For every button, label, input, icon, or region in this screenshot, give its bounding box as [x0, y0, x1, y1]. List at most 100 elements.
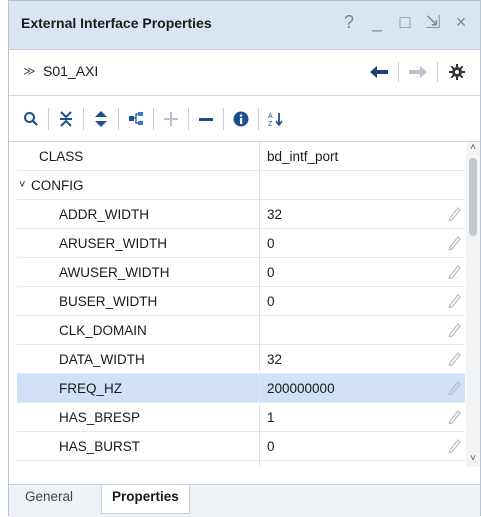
back-button[interactable] — [366, 60, 392, 84]
property-value[interactable]: bd_intf_port — [267, 149, 338, 164]
external-interface-properties-panel: External Interface Properties ? _ □ ⇲ × … — [8, 0, 481, 517]
group-by-category-button[interactable] — [122, 104, 150, 134]
property-name: CLASS — [39, 149, 84, 164]
info-icon — [233, 111, 249, 126]
sort-az-icon: AZ — [268, 112, 283, 127]
maximize-icon[interactable]: □ — [396, 12, 414, 33]
property-name: CONFIG — [31, 178, 84, 193]
pencil-icon[interactable] — [447, 379, 461, 395]
search-icon — [24, 111, 38, 126]
expand-all-icon — [95, 110, 107, 127]
search-button[interactable] — [17, 104, 45, 134]
property-row[interactable]: BUSER_WIDTH 0 — [17, 287, 465, 316]
property-value[interactable]: 0 — [267, 236, 275, 251]
add-icon — [164, 111, 178, 126]
property-row[interactable]: ARUSER_WIDTH 0 — [17, 229, 465, 258]
column-divider — [259, 258, 260, 287]
pencil-icon[interactable] — [447, 437, 461, 453]
pencil-icon[interactable] — [447, 466, 461, 467]
svg-text:Z: Z — [268, 121, 273, 127]
float-icon[interactable]: ⇲ — [424, 12, 442, 33]
property-group-row[interactable]: ˅ CONFIG — [17, 171, 465, 200]
property-row[interactable]: ADDR_WIDTH 32 — [17, 200, 465, 229]
column-divider — [259, 142, 260, 171]
bottom-tabs: General Properties — [9, 484, 480, 517]
pencil-icon[interactable] — [447, 292, 461, 308]
pencil-icon[interactable] — [447, 234, 461, 250]
panel-title: External Interface Properties — [21, 15, 212, 31]
arrow-left-icon — [370, 66, 388, 78]
tab-properties[interactable]: Properties — [101, 485, 190, 514]
expand-all-button[interactable] — [87, 104, 115, 134]
property-name: AWUSER_WIDTH — [59, 265, 170, 280]
column-divider — [259, 229, 260, 258]
property-value[interactable]: 32 — [267, 352, 282, 367]
property-value[interactable]: 200000000 — [267, 381, 335, 396]
panel-titlebar: External Interface Properties ? _ □ ⇲ × — [9, 1, 480, 50]
pencil-icon[interactable] — [447, 263, 461, 279]
property-row[interactable]: FREQ_HZ 200000000 — [17, 374, 465, 403]
scroll-down-icon[interactable]: ˅ — [466, 453, 480, 467]
toolbar-separator — [153, 107, 154, 130]
property-row[interactable]: DATA_WIDTH 32 — [17, 345, 465, 374]
toolbar-separator — [118, 107, 119, 130]
property-row[interactable]: AWUSER_WIDTH 0 — [17, 258, 465, 287]
properties-toolbar: AZ — [9, 96, 480, 142]
toolbar-separator — [48, 107, 49, 130]
property-row[interactable]: CLASS bd_intf_port — [17, 142, 465, 171]
object-name: S01_AXI — [43, 63, 99, 79]
help-icon[interactable]: ? — [340, 12, 358, 33]
property-row[interactable]: HAS_BURST 0 — [17, 432, 465, 461]
property-name: DATA_WIDTH — [59, 352, 145, 367]
close-icon[interactable]: × — [452, 12, 470, 33]
property-value[interactable]: 0 — [267, 265, 275, 280]
property-value[interactable]: 1 — [267, 410, 275, 425]
interface-port-icon: ≫ — [23, 64, 36, 78]
property-row[interactable]: HAS_BRESP 1 — [17, 403, 465, 432]
toolbar-separator — [83, 107, 84, 130]
column-divider — [259, 287, 260, 316]
property-name: FREQ_HZ — [59, 381, 123, 396]
info-button[interactable] — [227, 104, 255, 134]
scroll-up-icon[interactable]: ˄ — [466, 142, 480, 156]
toolbar-separator — [223, 107, 224, 130]
property-name: BUSER_WIDTH — [59, 294, 158, 309]
forward-button[interactable] — [405, 60, 431, 84]
property-name: HAS_BURST — [59, 439, 141, 454]
svg-text:A: A — [268, 113, 273, 120]
property-row[interactable]: HAS_CACHE0 — [17, 461, 465, 467]
navigation-controls — [366, 60, 470, 84]
group-by-category-icon — [129, 111, 143, 125]
settings-button[interactable] — [444, 60, 470, 84]
sort-button[interactable]: AZ — [262, 104, 290, 134]
property-value[interactable]: 32 — [267, 207, 282, 222]
collapse-all-icon — [60, 110, 72, 127]
tab-general[interactable]: General — [15, 485, 83, 513]
toolbar-separator — [258, 107, 259, 130]
minimize-icon[interactable]: _ — [368, 12, 386, 33]
property-name: CLK_DOMAIN — [59, 323, 147, 338]
remove-icon — [199, 117, 213, 121]
property-name: HAS_BRESP — [59, 410, 141, 425]
property-row[interactable]: CLK_DOMAIN — [17, 316, 465, 345]
gear-icon — [449, 64, 465, 80]
arrow-right-icon — [409, 66, 427, 78]
pencil-icon[interactable] — [447, 350, 461, 366]
property-value[interactable]: 0 — [267, 439, 275, 454]
collapse-all-button[interactable] — [52, 104, 80, 134]
pencil-icon[interactable] — [447, 408, 461, 424]
selected-object-bar: ≫ S01_AXI — [9, 50, 480, 96]
pencil-icon[interactable] — [447, 321, 461, 337]
scrollbar-thumb[interactable] — [469, 158, 477, 236]
property-value[interactable]: 0 — [267, 294, 275, 309]
pencil-icon[interactable] — [447, 205, 461, 221]
toolbar-separator — [188, 107, 189, 130]
remove-property-button[interactable] — [192, 104, 220, 134]
add-property-button[interactable] — [157, 104, 185, 134]
toolbar-separator — [398, 62, 399, 82]
toolbar-separator — [437, 62, 438, 82]
chevron-down-icon[interactable]: ˅ — [19, 179, 25, 191]
vertical-scrollbar[interactable]: ˄ ˅ — [466, 142, 480, 467]
column-divider — [259, 374, 260, 403]
column-divider — [259, 432, 260, 461]
